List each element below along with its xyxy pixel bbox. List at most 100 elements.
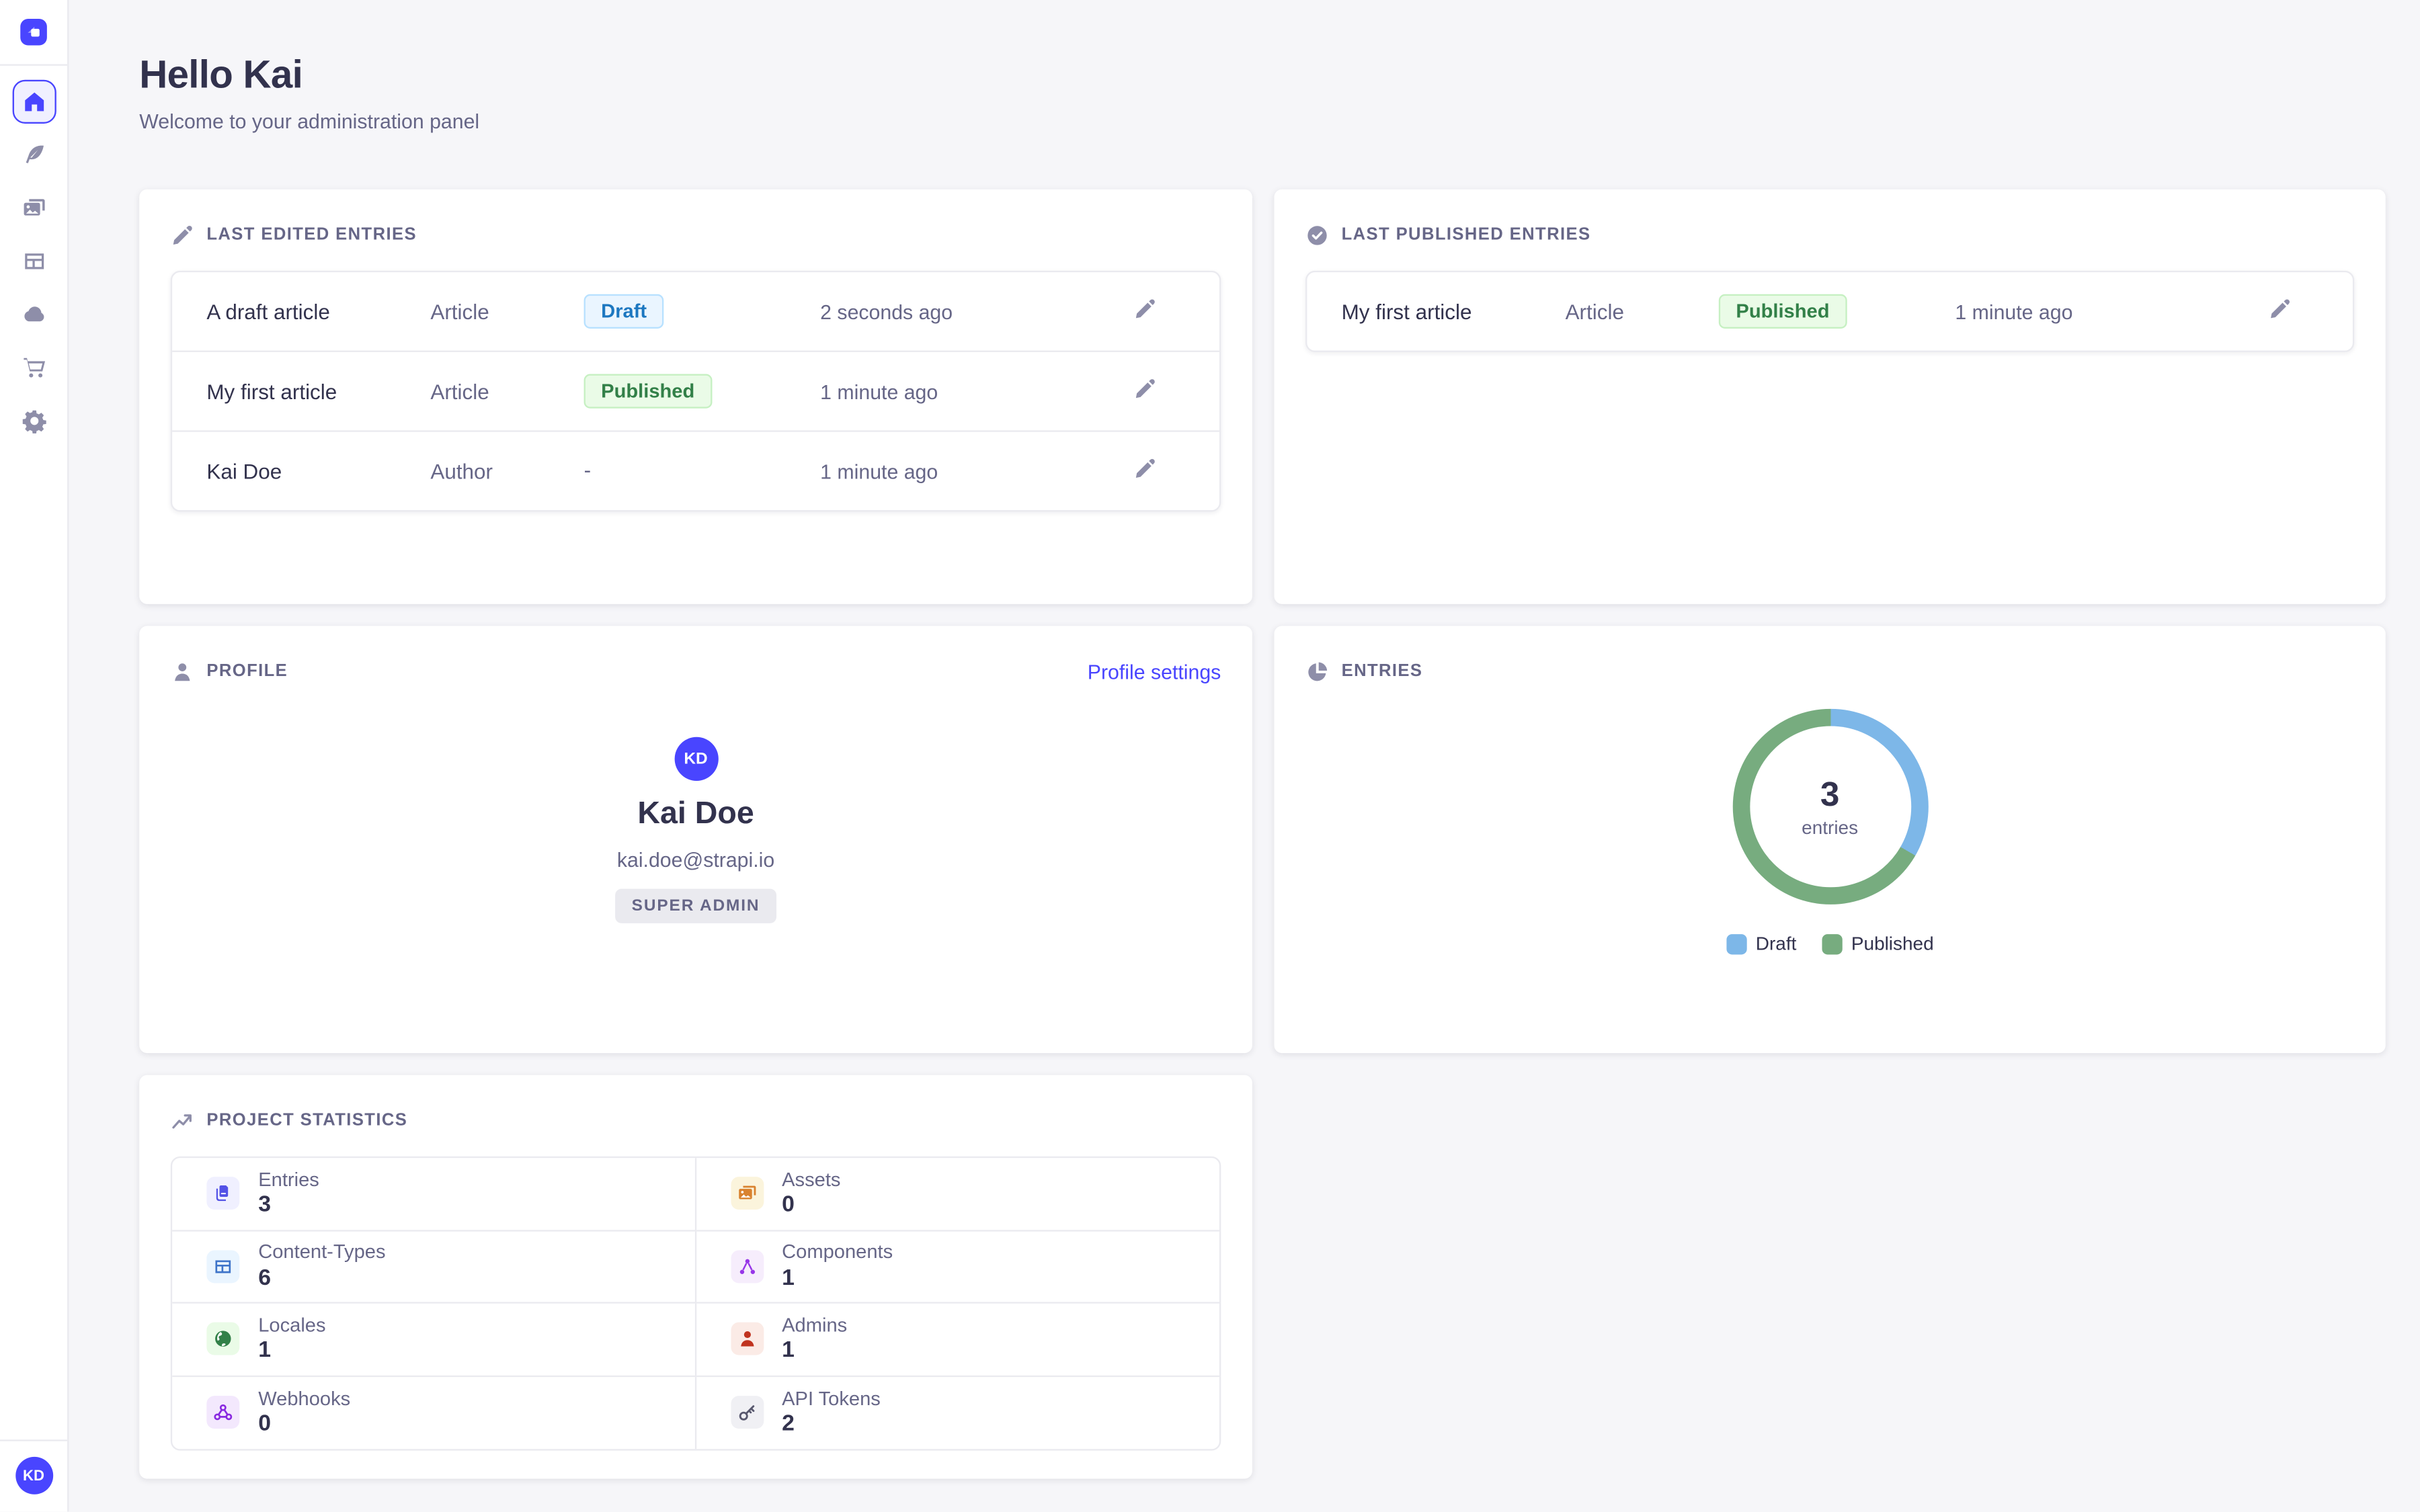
stat-entries: Entries 3	[172, 1158, 696, 1230]
statistics-table: Entries 3 Assets 0 C	[171, 1157, 1221, 1451]
person-icon	[171, 660, 194, 683]
layout-icon	[21, 249, 46, 274]
stat-assets: Assets 0	[696, 1158, 1219, 1230]
edit-entry-button[interactable]	[2265, 297, 2293, 325]
card-header: LAST PUBLISHED ENTRIES	[1305, 220, 2354, 249]
feather-icon	[21, 142, 46, 167]
components-icon	[730, 1250, 763, 1283]
stat-label: Admins	[782, 1314, 847, 1336]
entry-type: Article	[430, 380, 583, 403]
user-avatar[interactable]: KD	[15, 1458, 52, 1495]
entries-chart-card: ENTRIES 3 entries Draft	[1274, 626, 2385, 1053]
card-header: ENTRIES	[1305, 657, 2354, 685]
table-row: My first article Article Published 1 min…	[172, 351, 1219, 431]
profile-email: kai.doe@strapi.io	[617, 848, 774, 872]
stat-value: 1	[782, 1265, 893, 1292]
trend-up-icon	[171, 1109, 194, 1132]
images-icon	[730, 1177, 763, 1210]
card-header: PROFILE Profile settings	[171, 657, 1221, 685]
stat-label: Locales	[258, 1314, 325, 1336]
stat-webhooks: Webhooks 0	[172, 1376, 696, 1449]
entry-type: Author	[430, 459, 583, 482]
entry-name: A draft article	[172, 300, 430, 323]
edit-entry-button[interactable]	[1131, 297, 1159, 325]
stat-value: 0	[782, 1193, 840, 1219]
sidebar-item-marketplace[interactable]	[11, 346, 55, 390]
profile-body: KD Kai Doe kai.doe@strapi.io SUPER ADMIN	[171, 737, 1221, 923]
sidebar-item-deploy[interactable]	[11, 292, 55, 336]
sidebar: KD	[0, 0, 69, 1512]
layout-icon	[206, 1250, 239, 1283]
edit-entry-button[interactable]	[1131, 457, 1159, 485]
profile-settings-link[interactable]: Profile settings	[1088, 660, 1221, 683]
stat-value: 1	[782, 1338, 847, 1364]
stat-admins: Admins 1	[696, 1304, 1219, 1376]
legend-item-published: Published	[1822, 933, 1934, 955]
stat-value: 1	[258, 1338, 325, 1364]
stat-value: 0	[258, 1412, 350, 1438]
pencil-icon	[1133, 302, 1157, 325]
pencil-icon	[1133, 382, 1157, 405]
profile-name: Kai Doe	[637, 796, 754, 833]
entry-type: Article	[1566, 300, 1719, 323]
images-icon	[21, 196, 46, 220]
stat-content-types: Content-Types 6	[172, 1230, 696, 1303]
stat-value: 3	[258, 1193, 319, 1219]
page-title: Hello Kai	[139, 53, 2386, 99]
entries-count: 3	[1820, 775, 1840, 816]
legend-swatch-published	[1822, 933, 1842, 954]
avatar: KD	[674, 737, 717, 781]
sidebar-item-content-manager[interactable]	[11, 133, 55, 177]
card-header: LAST EDITED ENTRIES	[171, 220, 1221, 249]
documents-icon	[206, 1177, 239, 1210]
card-header: PROJECT STATISTICS	[171, 1106, 1221, 1134]
card-title: PROJECT STATISTICS	[206, 1111, 407, 1130]
stat-locales: Locales 1	[172, 1304, 696, 1376]
stat-components: Components 1	[696, 1230, 1219, 1303]
entry-time: 1 minute ago	[820, 459, 1071, 482]
stat-value: 2	[782, 1412, 881, 1438]
card-title: LAST PUBLISHED ENTRIES	[1342, 225, 1591, 244]
chart-legend: Draft Published	[1726, 933, 1934, 955]
card-title: LAST EDITED ENTRIES	[206, 225, 417, 244]
globe-icon	[206, 1322, 239, 1355]
sidebar-bottom-divider	[0, 1440, 67, 1441]
legend-label: Draft	[1756, 933, 1797, 955]
legend-swatch-draft	[1726, 933, 1746, 954]
pencil-icon	[2267, 302, 2291, 325]
legend-label: Published	[1851, 933, 1934, 955]
stat-api-tokens: API Tokens 2	[696, 1376, 1219, 1449]
card-title: PROFILE	[206, 662, 288, 681]
sidebar-item-home[interactable]	[11, 80, 55, 124]
cloud-icon	[21, 302, 46, 327]
entry-type: Article	[430, 300, 583, 323]
key-icon	[730, 1396, 763, 1429]
edit-entry-button[interactable]	[1131, 377, 1159, 405]
last-published-entries-card: LAST PUBLISHED ENTRIES My first article …	[1274, 190, 2385, 604]
stat-label: Assets	[782, 1169, 840, 1191]
donut-chart: 3 entries	[1732, 709, 1928, 905]
entries-table: My first article Article Published 1 min…	[1305, 271, 2354, 352]
stat-label: Entries	[258, 1169, 319, 1191]
strapi-logo-icon[interactable]	[20, 19, 47, 46]
entry-time: 1 minute ago	[1955, 300, 2206, 323]
entries-table: A draft article Article Draft 2 seconds …	[171, 271, 1221, 512]
entry-name: Kai Doe	[172, 459, 430, 482]
status-badge: Draft	[584, 294, 664, 329]
table-row: My first article Article Published 1 min…	[1307, 272, 2352, 350]
sidebar-item-media-library[interactable]	[11, 186, 55, 230]
status-badge: Published	[584, 374, 712, 409]
webhook-icon	[206, 1396, 239, 1429]
table-row: Kai Doe Author - 1 minute ago	[172, 430, 1219, 510]
project-statistics-card: PROJECT STATISTICS Entries 3 Assets	[139, 1075, 1252, 1479]
sidebar-item-content-type-builder[interactable]	[11, 239, 55, 283]
entries-chart-body: 3 entries Draft Published	[1305, 709, 2354, 955]
chart-pie-icon	[1305, 660, 1329, 683]
dashboard-grid: LAST EDITED ENTRIES A draft article Arti…	[139, 190, 2386, 1479]
stat-value: 6	[258, 1265, 385, 1292]
status-empty: -	[584, 458, 591, 482]
last-edited-entries-card: LAST EDITED ENTRIES A draft article Arti…	[139, 190, 1252, 604]
user-icon	[730, 1322, 763, 1355]
sidebar-item-settings[interactable]	[11, 399, 55, 443]
cart-icon	[21, 355, 46, 380]
